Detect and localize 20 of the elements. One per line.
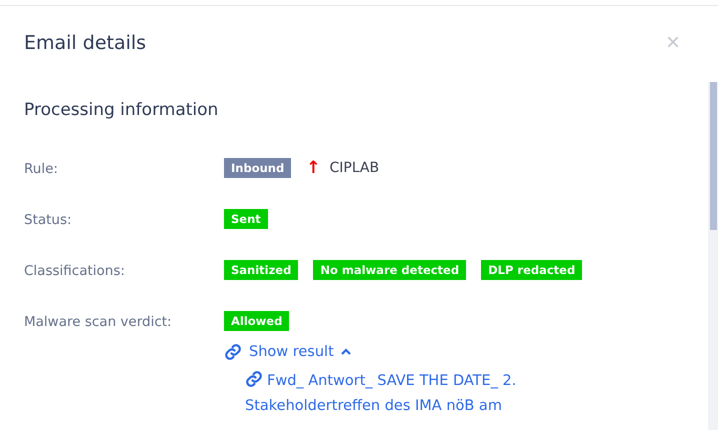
field-label: Classifications: [24, 262, 126, 281]
field-label: Status: [24, 211, 73, 230]
status-tag: Sanitized [224, 260, 298, 280]
status-tag: Inbound [224, 158, 292, 178]
dialog-title: Email details [24, 32, 146, 54]
status-tag: Allowed [224, 311, 290, 331]
field-label: Rule: [24, 160, 59, 179]
link-icon [245, 370, 263, 388]
status-tag: Sent [224, 209, 268, 229]
show-result-link[interactable]: Show result [224, 343, 351, 361]
scrollbar[interactable] [708, 82, 718, 430]
status-tag: DLP redacted [481, 260, 582, 280]
file-link[interactable]: Fwd_ Antwort_ SAVE THE DATE_ 2. Stakeholdertreffen des IMA nöB am [245, 369, 545, 419]
field-label: Malware scan verdict: [24, 313, 173, 332]
direction-arrow: ↑ [306, 158, 320, 178]
section-title: Processing information [24, 100, 220, 120]
rule-name: CIPLAB [329, 160, 380, 176]
chevron-icon [340, 348, 351, 356]
status-tag: No malware detected [313, 260, 466, 280]
link-icon [224, 343, 242, 361]
